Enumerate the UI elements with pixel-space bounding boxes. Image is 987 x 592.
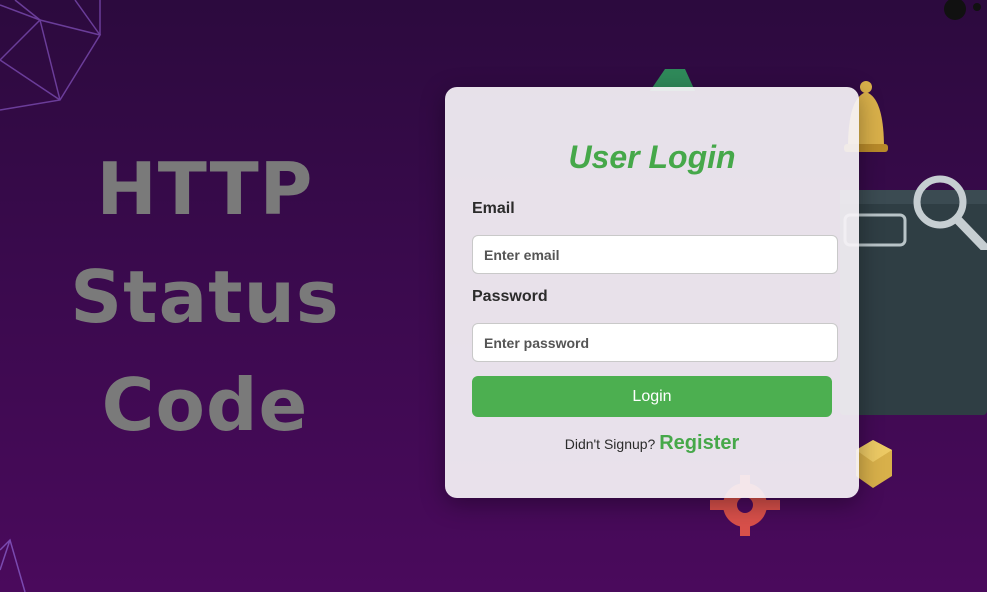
login-card: User Login Email Password Login Didn't S… [445, 87, 859, 498]
email-label: Email [472, 200, 515, 217]
mesh-decoration-icon [0, 0, 102, 111]
signup-prompt-text: Didn't Signup? [564, 436, 656, 452]
hero-line: HTTP [96, 147, 314, 231]
password-field[interactable] [472, 323, 838, 362]
mesh-decoration-icon [0, 538, 26, 592]
hero-line: Status [70, 255, 340, 339]
hero-line: Code [101, 363, 309, 447]
email-field[interactable] [472, 235, 838, 274]
hero-heading: HTTP Status Code [60, 135, 350, 459]
register-link[interactable]: Register [659, 432, 739, 454]
login-title: User Login [568, 139, 736, 175]
dot-decoration-icon [944, 0, 981, 20]
login-button[interactable]: Login [472, 376, 832, 417]
magnifier-illustration-icon [913, 175, 987, 250]
password-label: Password [472, 288, 548, 305]
signup-prompt-row: Didn't Signup? Register [445, 432, 859, 455]
